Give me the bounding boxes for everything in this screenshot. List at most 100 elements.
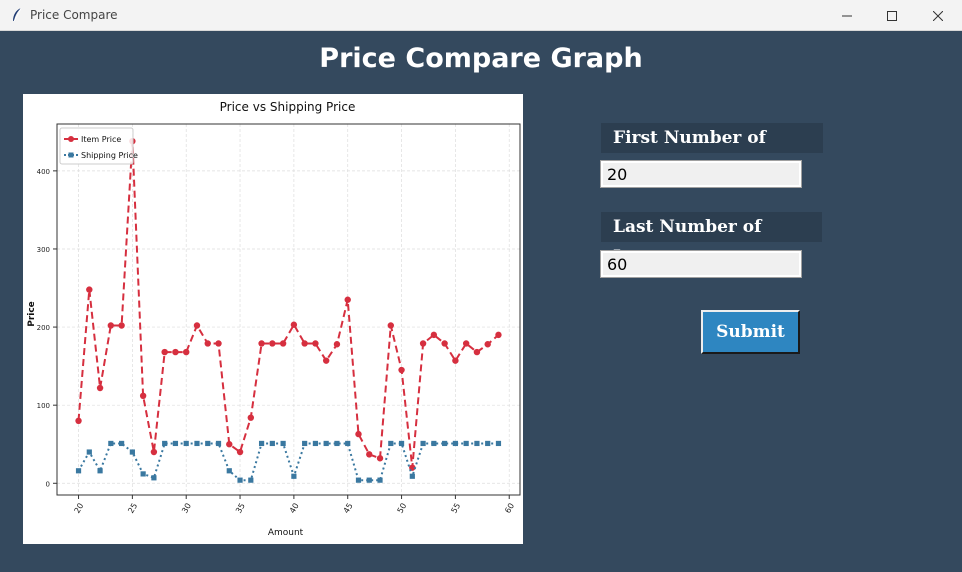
last-number-input[interactable] <box>600 250 802 278</box>
x-tick-label: 20 <box>73 502 86 515</box>
legend-label: Item Price <box>81 135 121 144</box>
item-price-point <box>247 414 255 421</box>
item-price-point <box>312 340 319 347</box>
price-chart: 20 25 30 35 40 45 50 55 60 0 100 200 300 400 Price vs … <box>23 94 523 544</box>
item-price-point <box>441 340 448 347</box>
maximize-icon <box>887 10 897 21</box>
shipping-price-point <box>312 440 319 447</box>
item-price-point <box>430 331 438 339</box>
item-price-point <box>279 340 287 347</box>
item-price-point <box>150 448 158 456</box>
x-tick-label: 60 <box>503 502 516 515</box>
shipping-price-point <box>194 440 200 447</box>
x-tick-label: 35 <box>234 502 247 515</box>
item-price-point <box>226 441 233 448</box>
item-price-point <box>183 348 190 356</box>
item-price-point <box>398 366 405 374</box>
item-price-point <box>387 322 394 329</box>
last-number-label: Last Number of Items: <box>601 212 822 267</box>
shipping-price-point <box>108 440 114 447</box>
item-price-point <box>452 357 459 364</box>
legend-label: Shipping Price <box>81 151 138 160</box>
shipping-price-point <box>226 468 232 474</box>
shipping-price-point <box>86 449 92 455</box>
shipping-price-point <box>237 477 243 483</box>
shipping-price-point <box>334 440 340 447</box>
shipping-price-point <box>129 449 135 455</box>
maximize-button[interactable] <box>869 0 915 31</box>
shipping-price-point <box>75 468 82 474</box>
window-title: Price Compare <box>30 8 118 22</box>
first-number-label: First Number of Items: <box>601 123 823 178</box>
shipping-price-point <box>409 473 415 479</box>
item-price-point <box>290 321 298 328</box>
submit-button[interactable]: Submit <box>701 310 800 354</box>
item-price-point <box>462 340 470 347</box>
item-price-point <box>301 340 308 347</box>
shipping-price-point <box>215 440 222 447</box>
item-price-point <box>322 357 330 364</box>
item-price-point <box>376 455 384 462</box>
item-price-point <box>161 348 168 356</box>
x-tick-label: 45 <box>342 502 355 515</box>
x-axis-label: Amount <box>268 528 304 538</box>
shipping-price-point <box>248 477 254 483</box>
minimize-button[interactable] <box>824 0 870 31</box>
feather-icon <box>13 7 22 22</box>
legend-marker <box>68 136 74 142</box>
y-tick-label: 300 <box>37 246 50 254</box>
price-chart-svg: 20 25 30 35 40 45 50 55 60 0 100 200 300 400 Price vs … <box>27 100 521 538</box>
shipping-price-point <box>452 440 458 447</box>
shipping-price-point <box>388 440 394 447</box>
y-tick-label: 100 <box>37 402 50 410</box>
item-price-point <box>86 286 93 293</box>
item-price-point <box>193 322 201 329</box>
item-price-point <box>75 417 82 424</box>
item-price-point <box>473 348 481 356</box>
x-tick-label: 30 <box>180 502 193 515</box>
close-icon <box>933 10 943 21</box>
item-price-point <box>107 322 115 329</box>
shipping-price-point <box>398 440 405 447</box>
series-line-0 <box>77 141 500 468</box>
y-tick-label: 200 <box>37 324 50 332</box>
x-tick-label: 40 <box>288 502 301 515</box>
shipping-price-point <box>345 440 351 447</box>
shipping-price-point <box>162 440 168 447</box>
first-number-input[interactable] <box>600 160 802 188</box>
plot-frame <box>56 123 521 496</box>
shipping-price-point <box>323 440 329 447</box>
y-tick-label: 400 <box>37 168 50 176</box>
item-price-point <box>118 322 125 329</box>
item-price-point <box>333 341 341 348</box>
item-price-point <box>139 392 147 400</box>
legend-marker <box>68 152 74 158</box>
item-price-point <box>172 348 179 356</box>
shipping-price-point <box>140 471 146 477</box>
shipping-price-point <box>302 440 308 447</box>
window-titlebar: Price Compare <box>0 0 962 31</box>
shipping-price-point <box>97 468 103 474</box>
shipping-price-point <box>172 440 179 447</box>
shipping-price-point <box>485 440 491 447</box>
chart-legend: Item Price Shipping Price <box>59 127 138 165</box>
shipping-price-point <box>280 440 286 447</box>
shipping-price-point <box>355 477 362 483</box>
shipping-price-point <box>205 440 211 447</box>
item-price-point <box>344 296 351 303</box>
item-price-point <box>258 340 265 347</box>
shipping-price-point <box>431 440 437 447</box>
shipping-price-point <box>474 440 480 447</box>
item-price-point <box>484 341 491 348</box>
item-price-point <box>236 448 244 456</box>
item-price-point <box>419 340 427 347</box>
shipping-price-point <box>151 475 157 481</box>
x-tick-label: 50 <box>396 502 409 515</box>
close-button[interactable] <box>915 0 961 31</box>
shipping-price-point <box>291 473 297 479</box>
shipping-price-point <box>377 477 383 483</box>
item-price-point <box>269 340 276 347</box>
minimize-icon <box>842 15 852 16</box>
shipping-price-point <box>463 440 469 447</box>
item-price-point <box>355 430 362 438</box>
